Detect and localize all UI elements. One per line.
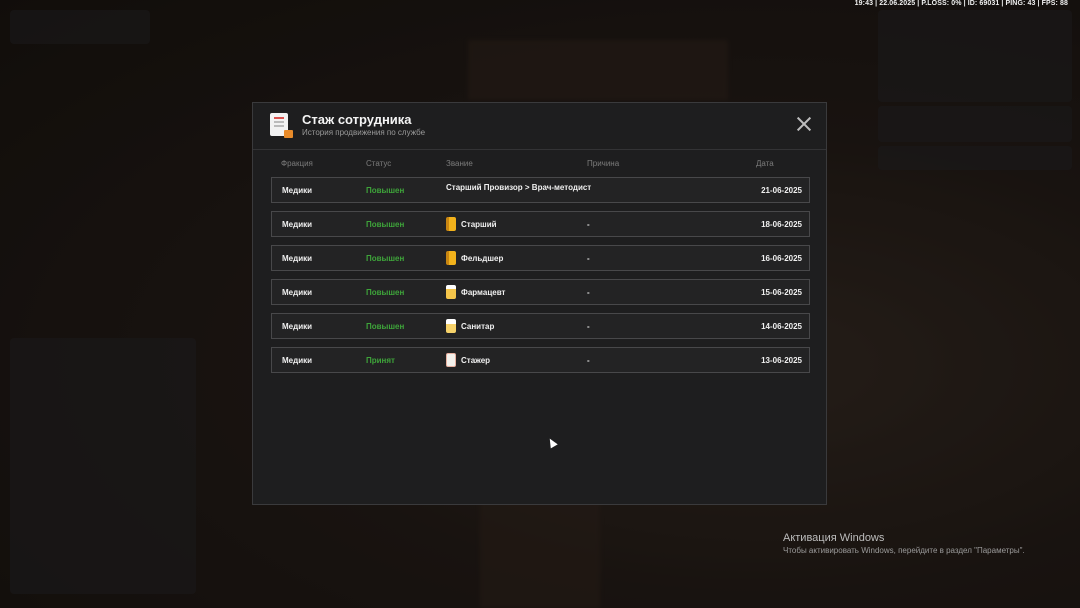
modal-subtitle: История продвижения по службе xyxy=(302,128,426,137)
document-badge-icon xyxy=(270,113,293,138)
row-faction: Медики xyxy=(282,254,313,263)
modal-header: Стаж сотрудника История продвижения по с… xyxy=(253,103,826,150)
row-date: 18-06-2025 xyxy=(761,220,802,229)
row-date: 21-06-2025 xyxy=(761,186,802,195)
row-status: Повышен xyxy=(366,186,405,195)
row-reason: - xyxy=(587,220,590,229)
trainee-rank-icon xyxy=(446,353,456,367)
row-status: Принят xyxy=(366,356,395,365)
row-date: 14-06-2025 xyxy=(761,322,802,331)
row-faction: Медики xyxy=(282,288,313,297)
sanitar-rank-icon xyxy=(446,319,456,333)
modal-title: Стаж сотрудника xyxy=(302,112,412,127)
activation-text: Чтобы активировать Windows, перейдите в … xyxy=(783,546,1025,555)
activation-title: Активация Windows xyxy=(783,532,885,544)
row-rank-label: Фельдшер xyxy=(461,253,504,263)
column-date: Дата xyxy=(756,159,774,168)
table-row: Медики Принят Стажер - 13-06-2025 xyxy=(271,347,810,373)
row-faction: Медики xyxy=(282,186,313,195)
table-row: Медики Повышен Старший - 18-06-2025 xyxy=(271,211,810,237)
row-faction: Медики xyxy=(282,356,313,365)
row-reason: - xyxy=(587,356,590,365)
table-row: Медики Повышен Санитар - 14-06-2025 xyxy=(271,313,810,339)
row-status: Повышен xyxy=(366,322,405,331)
row-rank: Старший Провизор > Врач-методист xyxy=(446,183,591,192)
row-faction: Медики xyxy=(282,220,313,229)
row-reason: - xyxy=(587,288,590,297)
gold-rank-icon xyxy=(446,251,456,265)
row-status: Повышен xyxy=(366,254,405,263)
row-rank: Санитар xyxy=(446,319,494,333)
row-rank-label: Старший Провизор > Врач-методист xyxy=(446,183,592,192)
column-status: Статус xyxy=(366,159,392,168)
close-icon[interactable] xyxy=(796,116,812,132)
row-reason: - xyxy=(587,322,590,331)
row-date: 13-06-2025 xyxy=(761,356,802,365)
table-row: Медики Повышен Фельдшер - 16-06-2025 xyxy=(271,245,810,271)
row-rank-label: Фармацевт xyxy=(461,287,506,297)
table-row: Медики Повышен Фармацевт - 15-06-2025 xyxy=(271,279,810,305)
column-faction: Фракция xyxy=(281,159,313,168)
row-status: Повышен xyxy=(366,288,405,297)
gold-rank-icon xyxy=(446,217,456,231)
row-rank-label: Старший xyxy=(461,219,497,229)
row-rank: Фармацевт xyxy=(446,285,505,299)
row-rank: Стажер xyxy=(446,353,490,367)
column-reason: Причина xyxy=(587,159,620,168)
row-date: 15-06-2025 xyxy=(761,288,802,297)
row-date: 16-06-2025 xyxy=(761,254,802,263)
table-header: Фракция Статус Звание Причина Дата xyxy=(253,157,826,171)
row-reason: - xyxy=(587,254,590,263)
row-status: Повышен xyxy=(366,220,405,229)
row-rank-label: Стажер xyxy=(461,355,491,365)
row-rank: Фельдшер xyxy=(446,251,503,265)
windows-activation-watermark: Активация Windows Чтобы активировать Win… xyxy=(783,532,1025,555)
column-rank: Звание xyxy=(446,159,473,168)
pharm-rank-icon xyxy=(446,285,456,299)
row-rank: Старший xyxy=(446,217,497,231)
table-row: Медики Повышен Старший Провизор > Врач-м… xyxy=(271,177,810,203)
hud-status-line: 19:43 | 22.06.2025 | P.LOSS: 0% | ID: 69… xyxy=(854,0,1068,7)
row-faction: Медики xyxy=(282,322,313,331)
employee-seniority-modal: Стаж сотрудника История продвижения по с… xyxy=(252,102,827,505)
row-rank-label: Санитар xyxy=(461,321,495,331)
